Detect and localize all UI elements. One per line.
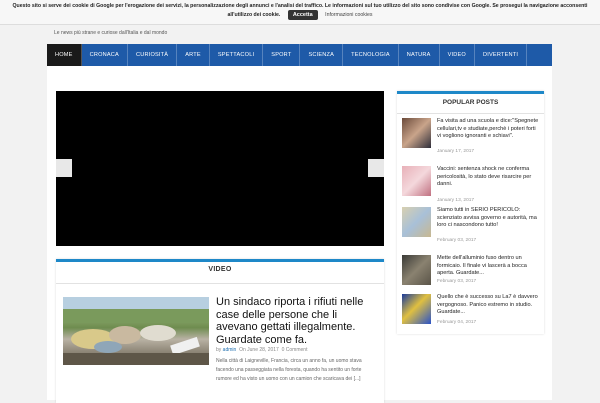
popular-post-thumbnail[interactable]: [402, 166, 431, 196]
nav-item-spettacoli[interactable]: SPETTACOLI: [210, 44, 264, 66]
popular-post-title[interactable]: Mette dell'alluminio fuso dentro un form…: [437, 255, 541, 278]
cookie-consent-text-2: all'utilizzo dei cookie.: [227, 12, 281, 18]
popular-posts-widget: POPULAR POSTS Fa visita ad una scuola e …: [397, 91, 544, 334]
nav-item-sport[interactable]: SPORT: [263, 44, 301, 66]
nav-item-scienza[interactable]: SCIENZA: [300, 44, 344, 66]
nav-item-home[interactable]: HOME: [47, 44, 82, 66]
popular-post-thumbnail[interactable]: [402, 118, 431, 148]
popular-post-title[interactable]: Vaccini: sentenza shock ne conferma peri…: [437, 166, 541, 189]
popular-post-item[interactable]: Quello che è successo su La7 è davvero v…: [402, 294, 542, 338]
nav-item-natura[interactable]: NATURA: [399, 44, 440, 66]
nav-item-cronaca[interactable]: CRONACA: [82, 44, 128, 66]
post-excerpt: Nella città di Laigneville, Francia, cir…: [216, 358, 362, 382]
nav-item-curiosita[interactable]: CURIOSITÀ: [128, 44, 178, 66]
popular-post-item[interactable]: Vaccini: sentenza shock ne conferma peri…: [402, 166, 542, 210]
popular-post-date: February 04, 2017: [437, 320, 477, 325]
divider: [56, 283, 384, 284]
popular-post-date: February 03, 2017: [437, 238, 477, 243]
divider: [397, 113, 544, 114]
popular-post-item[interactable]: Fa visita ad una scuola e dice:"Spegnete…: [402, 118, 542, 162]
popular-post-title[interactable]: Fa visita ad una scuola e dice:"Spegnete…: [437, 118, 541, 141]
slider-next-arrow[interactable]: [368, 159, 384, 177]
popular-post-thumbnail[interactable]: [402, 294, 431, 324]
popular-post-item[interactable]: Siamo tutti in SERIO PERICOLO: scienziat…: [402, 207, 542, 251]
nav-item-divertenti[interactable]: DIVERTENTI: [475, 44, 528, 66]
main-navigation: HOME CRONACA CURIOSITÀ ARTE SPETTACOLI S…: [47, 44, 552, 68]
cookie-info-link[interactable]: Informazioni cookies: [325, 12, 372, 18]
post-author[interactable]: admin: [223, 347, 237, 353]
popular-post-date: February 03, 2017: [437, 279, 477, 284]
post-thumbnail[interactable]: [63, 297, 209, 365]
nav-item-video[interactable]: VIDEO: [440, 44, 475, 66]
post-title-link[interactable]: Un sindaco riporta i rifiuti nelle case …: [216, 296, 378, 346]
popular-posts-heading: POPULAR POSTS: [442, 99, 499, 106]
post-date: On June 28, 2017: [239, 347, 279, 353]
slider-prev-arrow[interactable]: [56, 159, 72, 177]
cookie-consent-text: Questo sito si serve dei cookie di Googl…: [12, 3, 588, 9]
popular-post-date: January 17, 2017: [437, 149, 475, 154]
site-header: ▔▔▔▔▔▔▔▔▔ Le news più strane e curiose d…: [48, 22, 552, 44]
video-section-heading: VIDEO: [208, 266, 232, 273]
video-section: VIDEO Un sindaco riporta i rifiuti nelle…: [56, 259, 384, 403]
site-tagline: Le news più strane e curiose dall'Italia…: [54, 30, 168, 36]
popular-post-title[interactable]: Siamo tutti in SERIO PERICOLO: scienziat…: [437, 207, 541, 230]
accept-cookies-button[interactable]: Accetta: [287, 10, 318, 20]
post-meta: by admin On June 28, 2017 0 Comment: [216, 347, 308, 353]
popular-post-date: January 13, 2017: [437, 198, 475, 203]
post-comments[interactable]: 0 Comment: [282, 347, 308, 353]
cookie-consent-bar: Questo sito si serve dei cookie di Googl…: [0, 0, 600, 25]
popular-post-title[interactable]: Quello che è successo su La7 è davvero v…: [437, 294, 541, 317]
garbage-pile-image: [63, 297, 209, 365]
nav-item-arte[interactable]: ARTE: [177, 44, 210, 66]
popular-post-thumbnail[interactable]: [402, 255, 431, 285]
popular-post-thumbnail[interactable]: [402, 207, 431, 237]
popular-post-item[interactable]: Mette dell'alluminio fuso dentro un form…: [402, 255, 542, 299]
cookie-consent-line2: all'utilizzo dei cookie. Accetta Informa…: [0, 10, 600, 20]
featured-slider[interactable]: [56, 91, 384, 246]
nav-item-tecnologia[interactable]: TECNOLOGIA: [343, 44, 399, 66]
